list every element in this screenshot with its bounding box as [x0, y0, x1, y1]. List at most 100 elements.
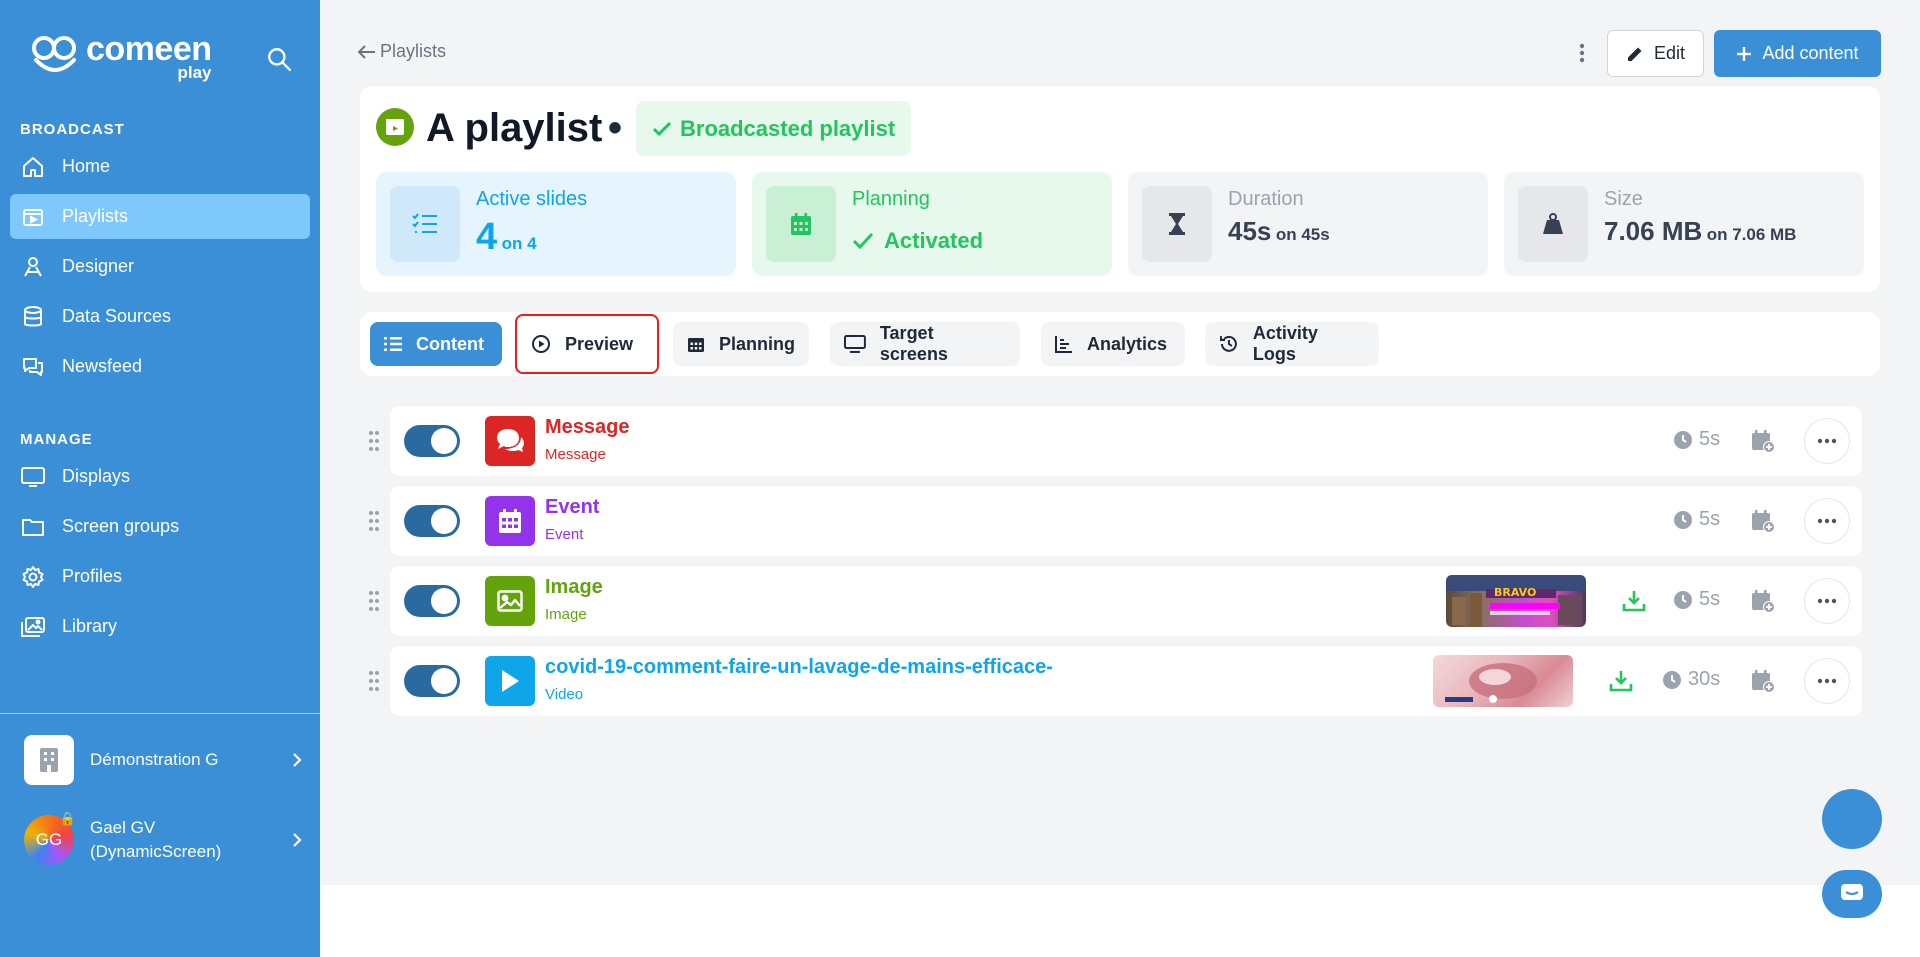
status-badge-label: Broadcasted playlist — [680, 115, 896, 141]
sidebar-item-label: Screen groups — [62, 516, 180, 536]
slide-more-button[interactable] — [1804, 418, 1850, 464]
weight-icon — [1518, 186, 1588, 262]
database-icon — [20, 304, 46, 330]
sidebar-item-playlists[interactable]: Playlists — [10, 194, 310, 239]
stat-value: 4 — [476, 216, 498, 258]
playlist-tabs: Content Preview Planning Target screens … — [360, 312, 1880, 376]
slide-thumbnail[interactable] — [1433, 655, 1573, 707]
clock-icon — [1674, 430, 1692, 449]
sidebar-item-profiles[interactable]: Profiles — [10, 554, 310, 599]
add-content-button[interactable]: Add content — [1714, 30, 1881, 77]
calendar-icon — [688, 338, 704, 352]
drag-handle-icon[interactable] — [368, 510, 380, 532]
duration-stat: Duration 45s on 45s — [1128, 172, 1488, 276]
calendar-plus-icon[interactable] — [1750, 508, 1776, 534]
active-slides-stat: Active slides 4 on 4 — [376, 172, 736, 276]
slide-enabled-toggle[interactable] — [404, 665, 460, 697]
search-icon[interactable] — [266, 46, 292, 72]
sidebar-item-designer[interactable]: Designer — [10, 244, 310, 289]
slide-row[interactable]: Message Message 5s — [369, 406, 1862, 476]
download-icon[interactable] — [1621, 588, 1647, 614]
organization-switcher[interactable]: Démonstration G — [24, 735, 304, 785]
ellipsis-icon — [1817, 678, 1837, 684]
slide-more-button[interactable] — [1804, 578, 1850, 624]
back-to-playlists-link[interactable]: Playlists — [358, 41, 446, 62]
slide-more-button[interactable] — [1804, 498, 1850, 544]
sidebar-divider — [0, 713, 320, 714]
slide-thumbnail[interactable]: BRAVO — [1446, 575, 1586, 627]
tab-planning[interactable]: Planning — [673, 322, 809, 366]
tab-analytics[interactable]: Analytics — [1041, 322, 1185, 366]
slide-row[interactable]: Image Image BRAVO 5s — [369, 566, 1862, 636]
slide-enabled-toggle[interactable] — [404, 585, 460, 617]
slide-row[interactable]: Event Event 5s — [369, 486, 1862, 556]
calendar-plus-icon[interactable] — [1750, 588, 1776, 614]
playlist-header-card: A playlist • Broadcasted playlist Active… — [360, 86, 1880, 292]
tab-preview[interactable]: Preview — [515, 314, 659, 374]
slide-duration: 5s — [1673, 508, 1720, 531]
calendar-plus-icon[interactable] — [1750, 668, 1776, 694]
newsfeed-icon — [20, 354, 46, 380]
sidebar-item-home[interactable]: Home — [10, 144, 310, 189]
calendar-icon — [485, 496, 535, 546]
sidebar-item-label: Displays — [62, 466, 131, 486]
slide-duration: 5s — [1673, 588, 1720, 611]
clock-icon — [1663, 670, 1681, 689]
brand-name: comeen — [86, 30, 212, 68]
slide-enabled-toggle[interactable] — [404, 425, 460, 457]
sidebar-item-label: Newsfeed — [62, 356, 143, 376]
sidebar-item-label: Playlists — [62, 206, 129, 226]
sidebar-item-newsfeed[interactable]: Newsfeed — [10, 344, 310, 389]
stat-suffix: on 45s — [1275, 225, 1330, 244]
tab-label: Planning — [719, 333, 795, 354]
sidebar-item-label: Profiles — [62, 566, 123, 586]
slide-title[interactable]: Event — [545, 496, 599, 519]
drag-handle-icon[interactable] — [368, 590, 380, 612]
tab-activity-logs[interactable]: Activity Logs — [1205, 322, 1379, 366]
slide-more-button[interactable] — [1804, 658, 1850, 704]
title-separator: • — [608, 106, 623, 150]
stat-value: Activated — [884, 228, 984, 253]
tab-target-screens[interactable]: Target screens — [830, 322, 1020, 366]
edit-button[interactable]: Edit — [1607, 30, 1704, 77]
planning-stat: Planning Activated — [752, 172, 1112, 276]
calendar-plus-icon[interactable] — [1750, 428, 1776, 454]
sidebar-item-displays[interactable]: Displays — [10, 454, 310, 499]
sidebar-item-screen-groups[interactable]: Screen groups — [10, 504, 310, 549]
lock-icon: 🔒 — [59, 811, 76, 826]
home-icon — [20, 154, 46, 180]
tab-content[interactable]: Content — [370, 322, 502, 366]
download-icon[interactable] — [1608, 668, 1634, 694]
add-content-button-label: Add content — [1762, 43, 1859, 63]
comeen-logo-icon — [32, 35, 76, 72]
building-icon — [24, 735, 74, 785]
drag-handle-icon[interactable] — [368, 430, 380, 452]
sidebar-item-library[interactable]: Library — [10, 604, 310, 649]
playlist-icon — [376, 108, 414, 146]
slide-duration: 5s — [1673, 428, 1720, 451]
slide-enabled-toggle[interactable] — [404, 505, 460, 537]
playlist-icon — [20, 204, 46, 230]
drag-handle-icon[interactable] — [368, 670, 380, 692]
more-options-icon[interactable] — [1572, 38, 1592, 68]
chat-button[interactable] — [1822, 870, 1882, 918]
arrow-left-icon — [358, 44, 375, 59]
back-link-label: Playlists — [380, 41, 447, 61]
sidebar-item-label: Home — [62, 156, 111, 176]
chat-icon — [1841, 884, 1863, 900]
floating-action-button[interactable] — [1822, 789, 1882, 849]
stat-value: 7.06 MB — [1604, 216, 1703, 246]
slide-title[interactable]: Image — [545, 576, 603, 599]
slide-title[interactable]: covid-19-comment-faire-un-lavage-de-main… — [545, 656, 1053, 679]
stat-value: 45s — [1228, 216, 1272, 246]
sidebar: comeen play BROADCAST Home Playlists Des… — [0, 0, 320, 957]
list-icon — [384, 337, 402, 351]
slide-type: Message — [545, 446, 606, 463]
user-menu[interactable]: GG 🔒 Gael GV (DynamicScreen) — [24, 811, 304, 866]
sidebar-item-data-sources[interactable]: Data Sources — [10, 294, 310, 339]
slide-title[interactable]: Message — [545, 416, 630, 439]
slide-row[interactable]: covid-19-comment-faire-un-lavage-de-main… — [369, 646, 1862, 716]
comeen-logo[interactable]: comeen play — [30, 32, 212, 81]
user-name: Gael GV — [90, 818, 156, 837]
slide-duration-value: 30s — [1688, 668, 1721, 690]
